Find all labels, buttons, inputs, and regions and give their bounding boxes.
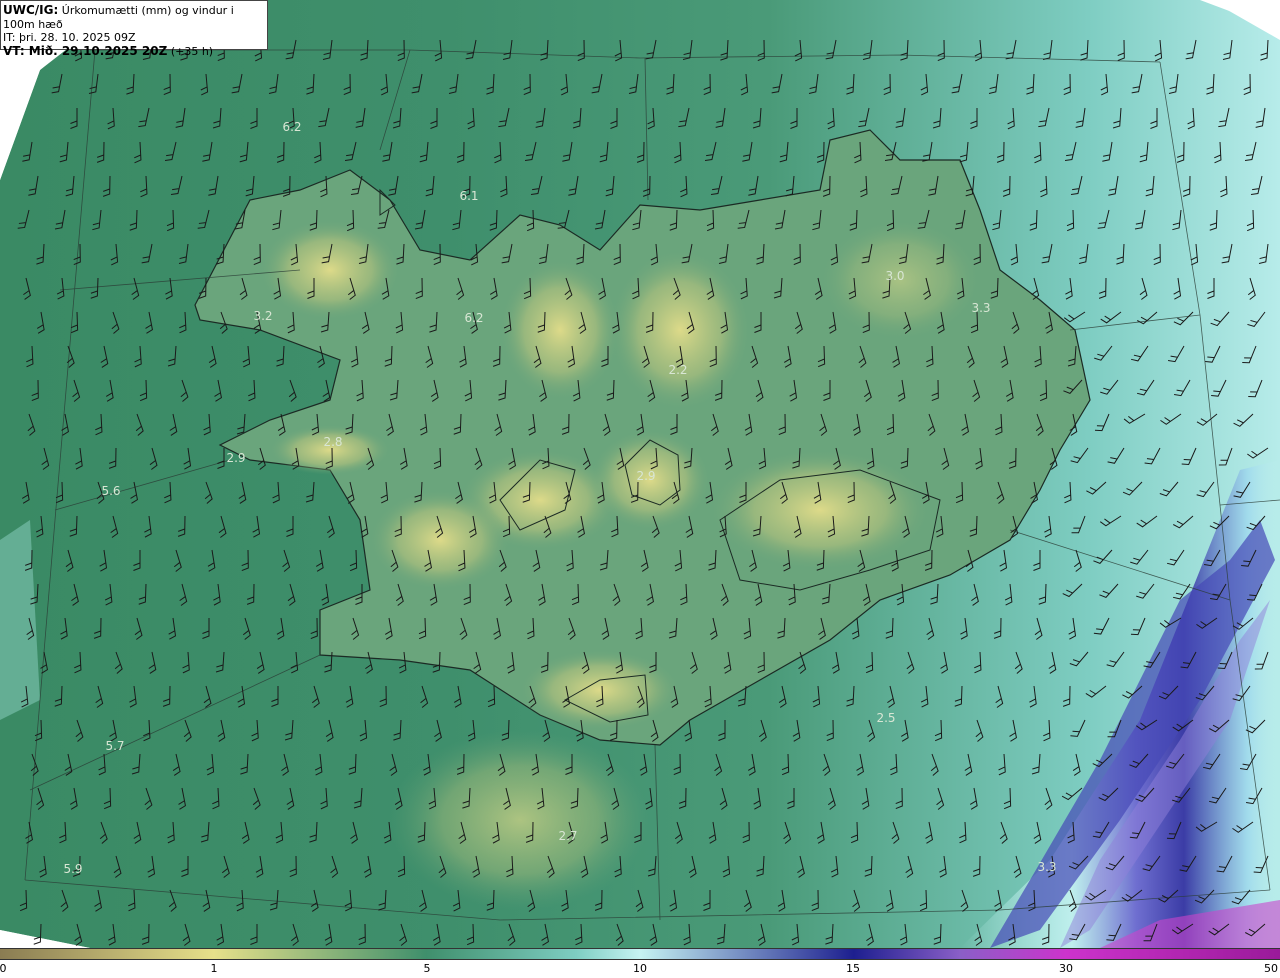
precip-value-label: 3.3 — [971, 301, 990, 315]
title-box: UWC/IG: Úrkomumætti (mm) og vindur i 100… — [0, 0, 268, 58]
precip-value-label: 2.9 — [636, 469, 655, 483]
precip-value-label: 2.5 — [876, 711, 895, 725]
precip-value-label: 5.6 — [101, 484, 120, 498]
colorbar-label: 1 — [210, 962, 218, 975]
colorbar-label: 0 — [0, 962, 7, 975]
colorbar — [0, 948, 1280, 960]
precip-value-label: 2.7 — [558, 829, 577, 843]
precip-value-label: 3.0 — [885, 269, 904, 283]
colorbar-label: 30 — [1059, 962, 1073, 975]
precip-value-label: 2.2 — [668, 363, 687, 377]
forecast-hour: (+35 h) — [170, 44, 214, 58]
valid-time: VT: Mið. 29.10.2025 20Z — [3, 43, 168, 58]
precip-value-label: 2.9 — [226, 451, 245, 465]
precipitation-map[interactable]: 6.2 6.1 3.2 6.2 2.2 3.0 3.3 2.8 2.9 5.6 2.9 2.5 5.7 2… — [0, 0, 1280, 948]
colorbar-label: 50 — [1264, 962, 1278, 975]
precip-value-label: 5.9 — [63, 862, 82, 876]
precip-value-label: 6.2 — [282, 120, 301, 134]
precip-value-label: 2.8 — [323, 435, 342, 449]
colorbar-label: 15 — [846, 962, 860, 975]
colorbar-labels: 0 1 5 10 15 30 50 — [0, 962, 1280, 978]
colorbar-label: 10 — [633, 962, 647, 975]
precip-value-label: 3.3 — [1037, 860, 1056, 874]
model-id: UWC/IG: — [3, 3, 59, 17]
precip-value-label: 6.2 — [464, 311, 483, 325]
precip-value-label: 5.7 — [105, 739, 124, 753]
colorbar-label: 5 — [423, 962, 431, 975]
precip-value-label: 3.2 — [253, 309, 272, 323]
precip-value-label: 6.1 — [459, 189, 478, 203]
initial-time: IT: þri. 28. 10. 2025 09Z — [3, 31, 136, 44]
